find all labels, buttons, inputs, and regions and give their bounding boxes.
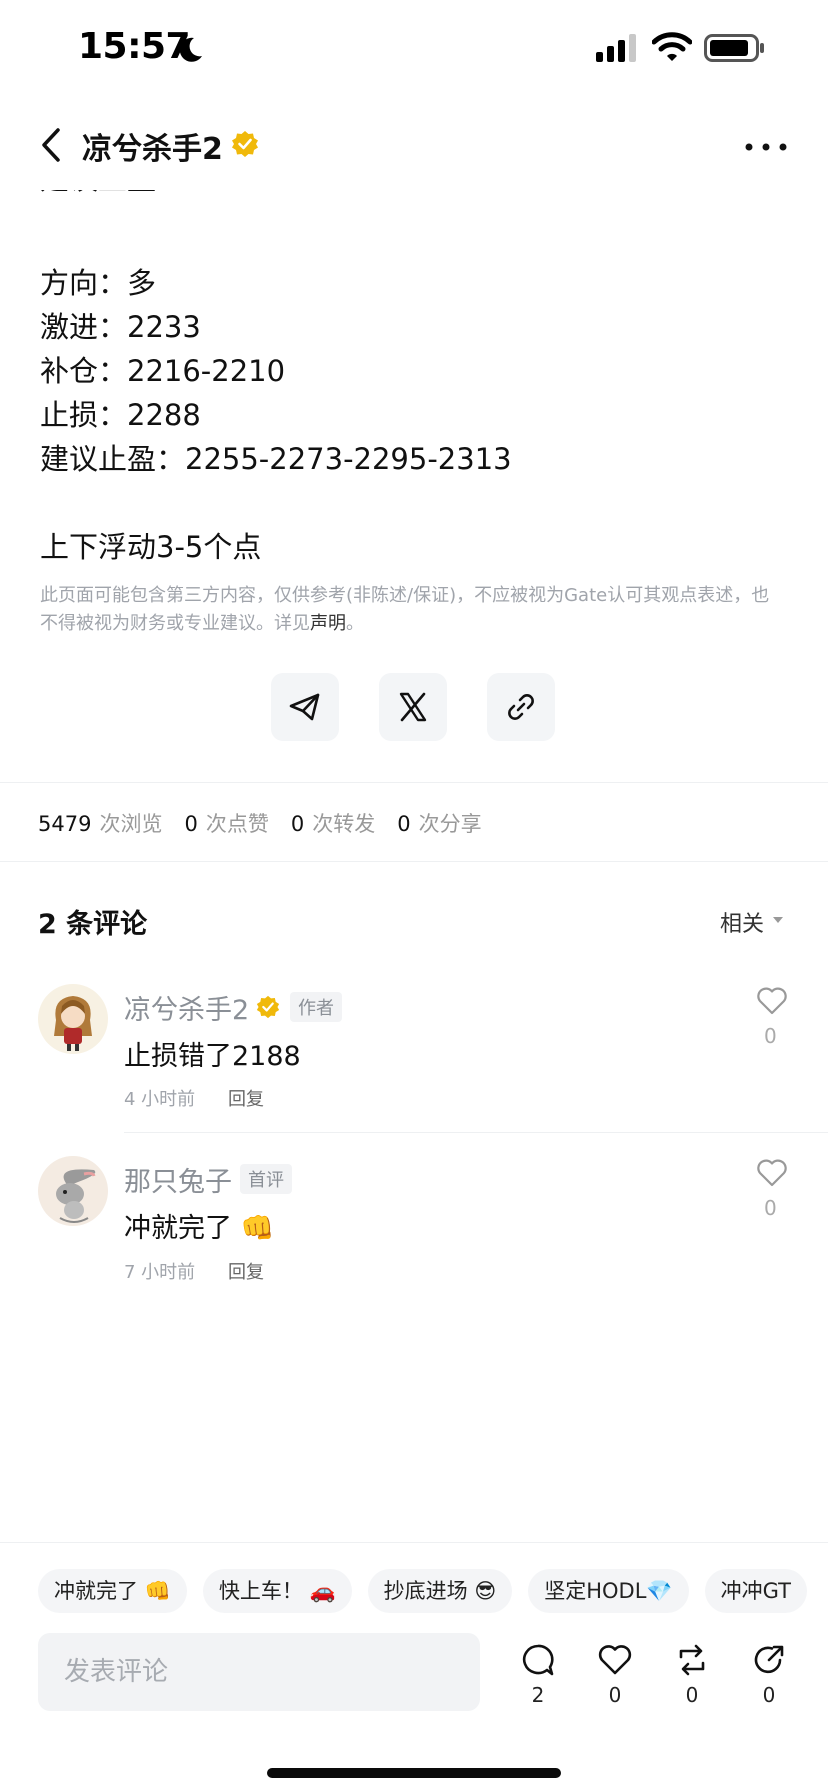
- likes-count: 0: [184, 812, 198, 836]
- first-comment-badge: 首评: [240, 1164, 292, 1194]
- top-nav: 凉兮杀手2: [0, 100, 828, 190]
- heart-icon[interactable]: [756, 986, 788, 1016]
- moon-icon: [179, 37, 202, 62]
- post-stats: 5479 次浏览 0 次点赞 0 次转发 0 次分享: [38, 812, 482, 836]
- comment-input[interactable]: [38, 1633, 480, 1711]
- comment-like-count: 0: [764, 1024, 777, 1048]
- reposts-count: 0: [290, 812, 305, 836]
- wifi-icon: [652, 32, 692, 61]
- reposts-action-count: 0: [685, 1683, 699, 1707]
- shares-count: 0: [397, 812, 411, 836]
- comment-like-count: 0: [764, 1196, 777, 1220]
- comment-item: 凉兮杀手2 作者 止损错了2188 4 小时前 回复 0: [0, 976, 828, 1136]
- article-line-direction: 方向：多: [40, 266, 157, 300]
- x-icon: [399, 692, 427, 722]
- avatar[interactable]: [38, 984, 108, 1054]
- avatar[interactable]: [38, 1156, 108, 1226]
- divider: [124, 1132, 828, 1133]
- article-line-add-position: 补仓：2216-2210: [40, 354, 286, 388]
- quick-reply-chip[interactable]: 冲就完了 👊: [38, 1569, 187, 1613]
- comments-action[interactable]: 2: [513, 1643, 563, 1707]
- likes-action-count: 0: [608, 1683, 622, 1707]
- heart-icon[interactable]: [756, 1158, 788, 1188]
- comment-time: 4 小时前: [124, 1089, 196, 1110]
- like-action[interactable]: 0: [590, 1643, 640, 1707]
- share-x-button[interactable]: [379, 673, 447, 741]
- divider: [0, 782, 828, 783]
- quick-reply-chip[interactable]: 抄底进场 😎: [367, 1569, 513, 1613]
- share-telegram-button[interactable]: [271, 673, 339, 741]
- nav-title[interactable]: 凉兮杀手2: [82, 124, 223, 168]
- comment-time: 7 小时前: [124, 1262, 196, 1283]
- comments-heading: 2 条评论: [38, 909, 148, 940]
- repost-icon: [679, 1644, 705, 1676]
- article-line-range: 上下浮动3-5个点: [40, 530, 262, 564]
- quick-reply-chip[interactable]: 快上车！ 🚗: [202, 1569, 352, 1613]
- bottom-bar: 冲就完了 👊 快上车！ 🚗 抄底进场 😎 坚定HODL💎 冲冲GT 2 0 0 0: [0, 1542, 828, 1792]
- verified-badge-icon: [256, 995, 280, 1019]
- article-line-aggressive: 激进：2233: [40, 310, 201, 344]
- share-action[interactable]: 0: [744, 1643, 794, 1707]
- comment-item: 那只兔子 首评 冲就完了 👊 7 小时前 回复 0: [0, 1148, 828, 1308]
- comment-author[interactable]: 那只兔子: [124, 1160, 232, 1199]
- home-indicator[interactable]: [267, 1768, 561, 1778]
- back-arrow-icon[interactable]: [36, 126, 66, 164]
- reply-button[interactable]: 回复: [228, 1085, 264, 1111]
- comment-author[interactable]: 凉兮杀手2: [124, 988, 249, 1027]
- article-line-stop-loss: 止损：2288: [40, 398, 201, 432]
- divider: [0, 861, 828, 862]
- battery-icon: [704, 34, 764, 62]
- comment-text: 止损错了2188: [124, 1041, 301, 1072]
- comment-bubble-icon: [522, 1644, 554, 1676]
- heart-icon: [598, 1645, 632, 1675]
- article-line-take-profit: 建议止盈：2255-2273-2295-2313: [40, 442, 512, 476]
- disclaimer-link[interactable]: 声明: [310, 613, 346, 634]
- shares-action-count: 0: [762, 1683, 776, 1707]
- link-icon: [508, 694, 534, 720]
- copy-link-button[interactable]: [487, 673, 555, 741]
- author-badge: 作者: [290, 992, 342, 1022]
- status-time: 15:57: [78, 26, 191, 67]
- status-bar: 15:57: [0, 0, 828, 100]
- comments-count: 2: [531, 1683, 545, 1707]
- sort-dropdown[interactable]: 相关: [720, 906, 764, 938]
- reply-button[interactable]: 回复: [228, 1258, 264, 1284]
- disclaimer: 此页面可能包含第三方内容，仅供参考(非陈述/保证)，不应被视为Gate认可其观点…: [40, 585, 770, 634]
- views-count: 5479: [38, 812, 92, 836]
- quick-reply-chip[interactable]: 冲冲GT: [704, 1569, 807, 1613]
- caret-down-icon[interactable]: [772, 916, 784, 924]
- verified-badge-icon: [232, 131, 258, 157]
- more-options-icon[interactable]: [744, 142, 788, 152]
- quick-reply-chip[interactable]: 坚定HODL💎: [528, 1569, 689, 1613]
- comment-text: 冲就完了 👊: [124, 1213, 275, 1244]
- share-icon: [754, 1645, 784, 1674]
- quick-reply-chips: 冲就完了 👊 快上车！ 🚗 抄底进场 😎 坚定HODL💎 冲冲GT: [38, 1569, 828, 1613]
- signal-icon: [596, 34, 636, 62]
- repost-action[interactable]: 0: [667, 1643, 717, 1707]
- rabbit-avatar-icon: [38, 1156, 108, 1226]
- anime-avatar-icon: [38, 984, 108, 1054]
- telegram-icon: [289, 693, 320, 721]
